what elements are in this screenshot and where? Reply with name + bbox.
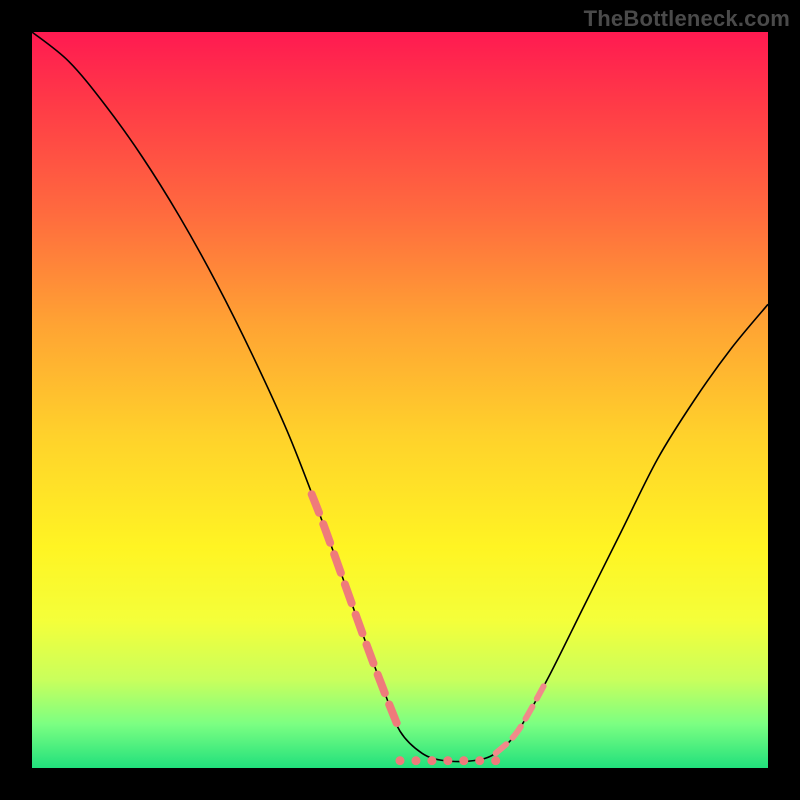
plot-area [32, 32, 768, 768]
valley-dot [427, 756, 436, 765]
valley-dot [475, 756, 484, 765]
valley-dot [491, 756, 500, 765]
right-ascent-highlight [496, 680, 548, 754]
left-descent-highlight [312, 494, 400, 731]
bottleneck-curve [32, 32, 768, 762]
watermark-text: TheBottleneck.com [584, 6, 790, 32]
valley-dot [411, 756, 420, 765]
curve-svg [32, 32, 768, 768]
valley-dot [459, 756, 468, 765]
valley-dot [443, 756, 452, 765]
valley-dot [396, 756, 405, 765]
